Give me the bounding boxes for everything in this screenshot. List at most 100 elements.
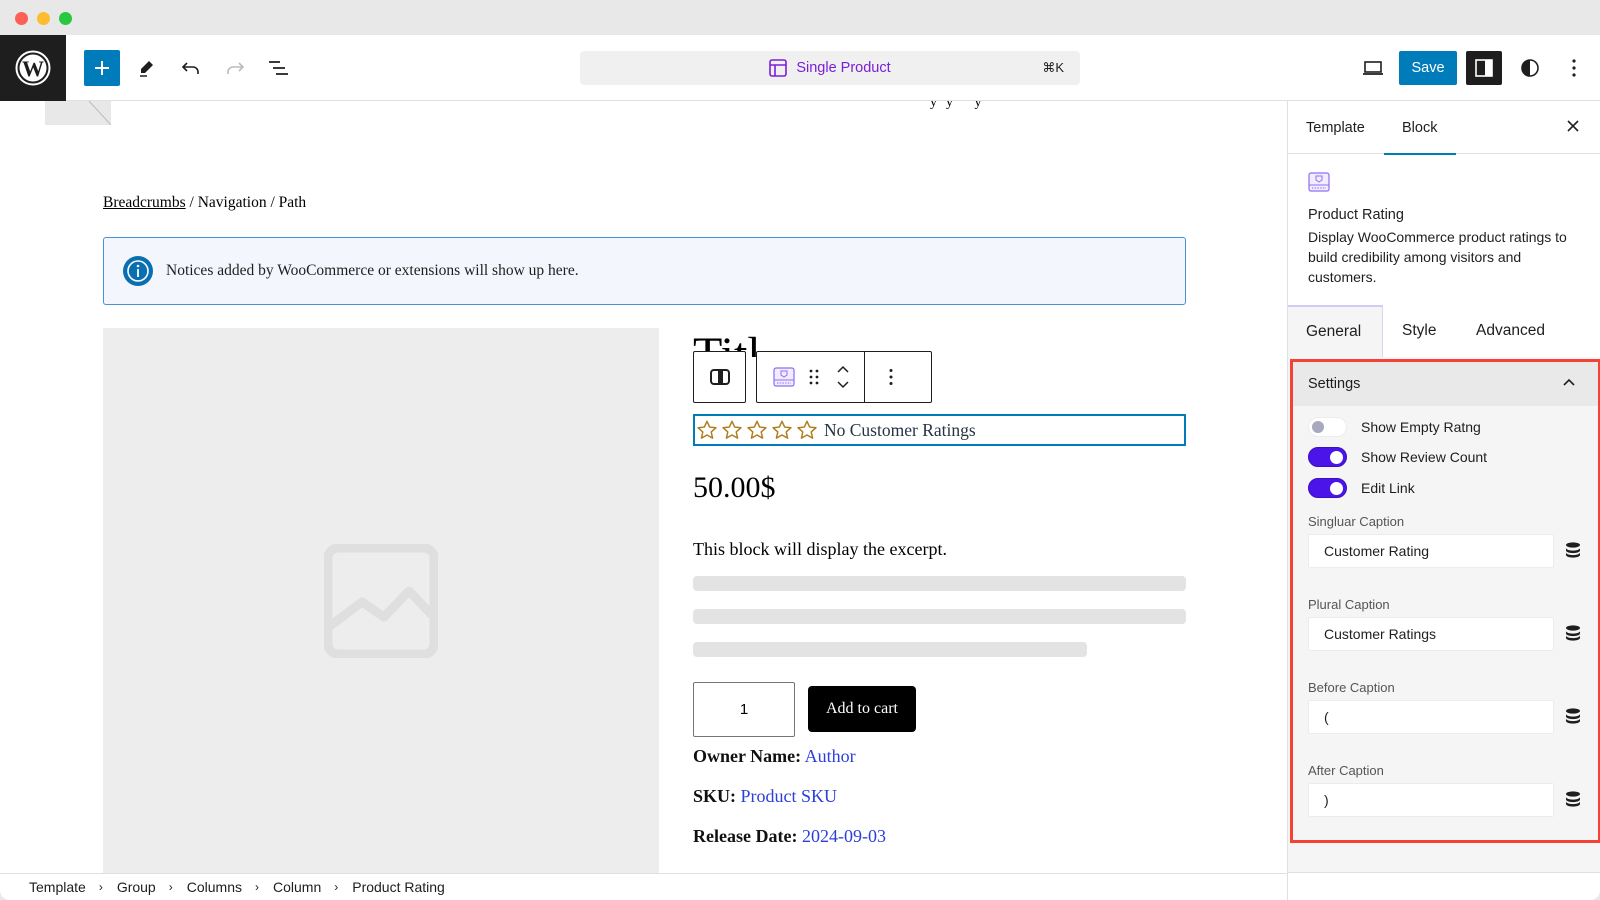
breadcrumb-item[interactable]: Column xyxy=(273,879,321,895)
product-rating-block[interactable]: No Customer Ratings xyxy=(693,414,1186,446)
block-description: Display WooCommerce product ratings to b… xyxy=(1308,229,1567,285)
star-icon xyxy=(722,420,742,439)
navigation-fragment: yy y xyxy=(930,101,991,110)
chevron-down-icon xyxy=(837,381,849,389)
meta-release-date: Release Date: 2024-09-03 xyxy=(693,826,886,847)
meta-label: SKU: xyxy=(693,786,737,806)
sidebar-icon xyxy=(1475,59,1493,77)
more-vertical-icon xyxy=(889,369,893,385)
tab-style[interactable]: Style xyxy=(1402,305,1436,357)
product-image-placeholder[interactable] xyxy=(103,328,659,873)
chevron-right-icon: › xyxy=(98,880,103,894)
save-button[interactable]: Save xyxy=(1399,51,1457,85)
wordpress-logo-button[interactable]: W xyxy=(0,35,66,101)
tab-template[interactable]: Template xyxy=(1306,101,1365,154)
info-icon xyxy=(123,256,153,286)
breadcrumb-link[interactable]: Breadcrumbs xyxy=(103,194,186,211)
editor-canvas[interactable]: yy y Breadcrumbs / Navigation / Path Not… xyxy=(0,101,1287,873)
breadcrumb-rest: / Navigation / Path xyxy=(185,194,307,211)
toggle-switch[interactable] xyxy=(1308,417,1347,437)
laptop-icon xyxy=(1363,61,1383,75)
plural-caption-input[interactable] xyxy=(1308,617,1554,651)
toggle-label: Show Empty Ratng xyxy=(1361,419,1481,435)
add-to-cart-button[interactable]: Add to cart xyxy=(808,686,916,732)
contrast-icon xyxy=(1521,59,1539,77)
settings-sidebar-toggle[interactable] xyxy=(1466,51,1502,85)
block-options-button[interactable] xyxy=(888,368,894,386)
options-menu-button[interactable] xyxy=(1556,50,1592,86)
styles-button[interactable] xyxy=(1512,50,1548,86)
toggle-switch[interactable] xyxy=(1308,447,1347,467)
after-caption-input[interactable] xyxy=(1308,783,1554,817)
meta-label: Release Date: xyxy=(693,826,798,846)
document-overview-button[interactable] xyxy=(261,50,297,86)
dynamic-data-icon[interactable] xyxy=(1565,542,1581,560)
chevron-right-icon: › xyxy=(168,880,173,894)
meta-value[interactable]: Product SKU xyxy=(741,786,838,806)
image-icon xyxy=(324,543,438,658)
site-logo-placeholder[interactable] xyxy=(45,101,111,125)
toggle-knob xyxy=(1330,482,1343,495)
plus-icon xyxy=(95,61,109,75)
block-breadcrumb-bar: Template › Group › Columns › Column › Product Ra… xyxy=(0,873,1287,900)
tab-block[interactable]: Block xyxy=(1383,101,1458,155)
tab-advanced[interactable]: Advanced xyxy=(1476,305,1545,357)
command-palette-bar[interactable]: Single Product ⌘K xyxy=(580,51,1080,85)
toggle-show-empty-rating: Show Empty Ratng xyxy=(1308,417,1481,437)
inspector-tabs: General Style Advanced xyxy=(1288,305,1600,357)
redo-button[interactable] xyxy=(217,50,253,86)
sidebar-tabs: Template Block xyxy=(1288,101,1600,155)
breadcrumb-item[interactable]: Product Rating xyxy=(352,879,445,895)
add-block-button[interactable] xyxy=(84,50,120,86)
block-toolbar-main xyxy=(756,351,932,403)
quantity-input[interactable]: 1 xyxy=(693,682,795,737)
columns-icon xyxy=(709,369,730,385)
minimize-window-button[interactable] xyxy=(37,12,50,25)
meta-value[interactable]: 2024-09-03 xyxy=(802,826,886,846)
edit-tool-button[interactable] xyxy=(128,50,164,86)
skeleton-line xyxy=(693,642,1087,657)
undo-icon xyxy=(181,62,199,74)
select-parent-button[interactable] xyxy=(693,351,746,403)
dynamic-data-icon[interactable] xyxy=(1565,791,1581,809)
dynamic-data-icon[interactable] xyxy=(1565,708,1581,726)
dynamic-data-icon[interactable] xyxy=(1565,625,1581,643)
singular-caption-input[interactable] xyxy=(1308,534,1554,568)
block-name: Product Rating xyxy=(1308,207,1404,223)
maximize-window-button[interactable] xyxy=(59,12,72,25)
sidebar-divider xyxy=(1288,872,1600,873)
breadcrumb-item[interactable]: Columns xyxy=(187,879,242,895)
breadcrumb-item[interactable]: Group xyxy=(117,879,156,895)
meta-value[interactable]: Author xyxy=(805,746,856,766)
settings-panel: Settings Show Empty Ratng Show Review Co… xyxy=(1290,359,1600,843)
rating-text: No Customer Ratings xyxy=(824,419,976,440)
breadcrumb-item[interactable]: Template xyxy=(29,879,86,895)
chevron-up-icon xyxy=(1563,378,1575,386)
notice-text: Notices added by WooCommerce or extensio… xyxy=(166,262,579,279)
meta-owner-name: Owner Name: Author xyxy=(693,746,856,767)
document-title: Single Product xyxy=(796,60,891,76)
star-icon xyxy=(772,420,792,439)
toggle-label: Edit Link xyxy=(1361,480,1415,496)
toggle-knob xyxy=(1330,451,1343,464)
block-type-button[interactable] xyxy=(773,367,795,387)
product-price: 50.00$ xyxy=(693,471,776,504)
undo-button[interactable] xyxy=(173,50,209,86)
close-sidebar-button[interactable] xyxy=(1564,117,1582,140)
rating-stars xyxy=(696,419,818,441)
keyboard-shortcut: ⌘K xyxy=(1042,60,1064,75)
move-up-down-buttons[interactable] xyxy=(836,364,850,390)
product-excerpt: This block will display the excerpt. xyxy=(693,539,947,559)
toggle-edit-link: Edit Link xyxy=(1308,478,1415,498)
device-preview-button[interactable] xyxy=(1355,50,1391,86)
toggle-label: Show Review Count xyxy=(1361,449,1488,465)
plural-caption-label: Plural Caption xyxy=(1308,597,1390,612)
chevron-up-icon xyxy=(837,365,849,373)
close-window-button[interactable] xyxy=(15,12,28,25)
settings-panel-toggle[interactable]: Settings xyxy=(1293,362,1598,406)
drag-handle[interactable] xyxy=(809,369,819,385)
toggle-switch[interactable] xyxy=(1308,478,1347,498)
before-caption-input[interactable] xyxy=(1308,700,1554,734)
star-icon xyxy=(747,420,767,439)
tab-general[interactable]: General xyxy=(1288,305,1383,357)
